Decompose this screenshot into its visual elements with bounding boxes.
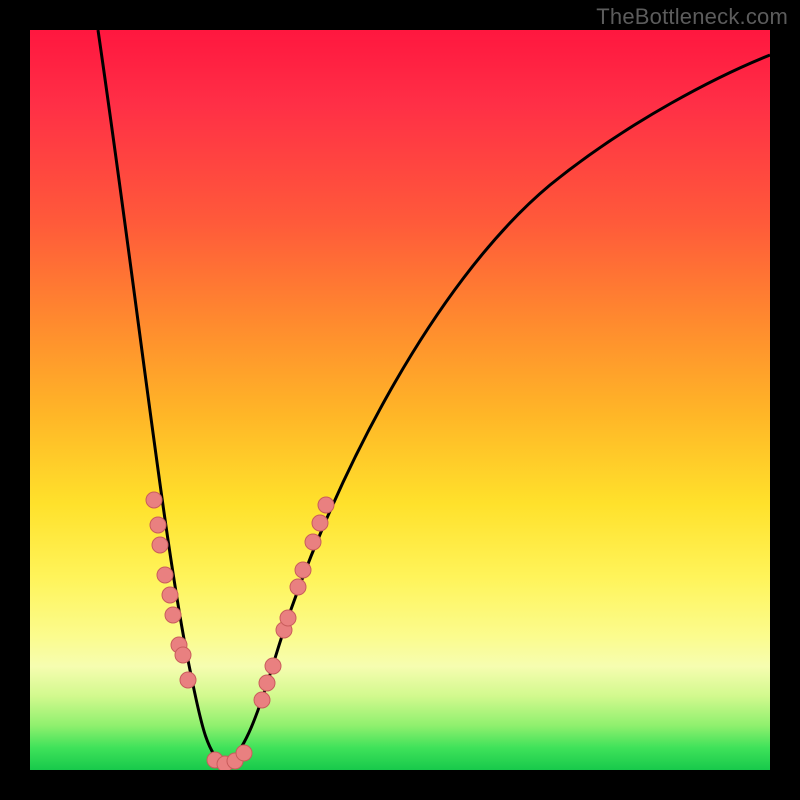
- curve-marker: [280, 610, 296, 626]
- marker-group: [146, 492, 334, 770]
- curve-marker: [236, 745, 252, 761]
- bottleneck-curve: [98, 30, 770, 765]
- chart-svg: [30, 30, 770, 770]
- curve-marker: [295, 562, 311, 578]
- chart-plot-area: [30, 30, 770, 770]
- curve-marker: [152, 537, 168, 553]
- watermark-text: TheBottleneck.com: [596, 4, 788, 30]
- chart-frame: TheBottleneck.com: [0, 0, 800, 800]
- curve-marker: [157, 567, 173, 583]
- curve-marker: [165, 607, 181, 623]
- curve-marker: [150, 517, 166, 533]
- curve-marker: [180, 672, 196, 688]
- curve-marker: [259, 675, 275, 691]
- curve-marker: [305, 534, 321, 550]
- curve-marker: [318, 497, 334, 513]
- curve-marker: [290, 579, 306, 595]
- curve-marker: [312, 515, 328, 531]
- curve-marker: [254, 692, 270, 708]
- curve-marker: [175, 647, 191, 663]
- curve-marker: [146, 492, 162, 508]
- curve-marker: [162, 587, 178, 603]
- curve-marker: [265, 658, 281, 674]
